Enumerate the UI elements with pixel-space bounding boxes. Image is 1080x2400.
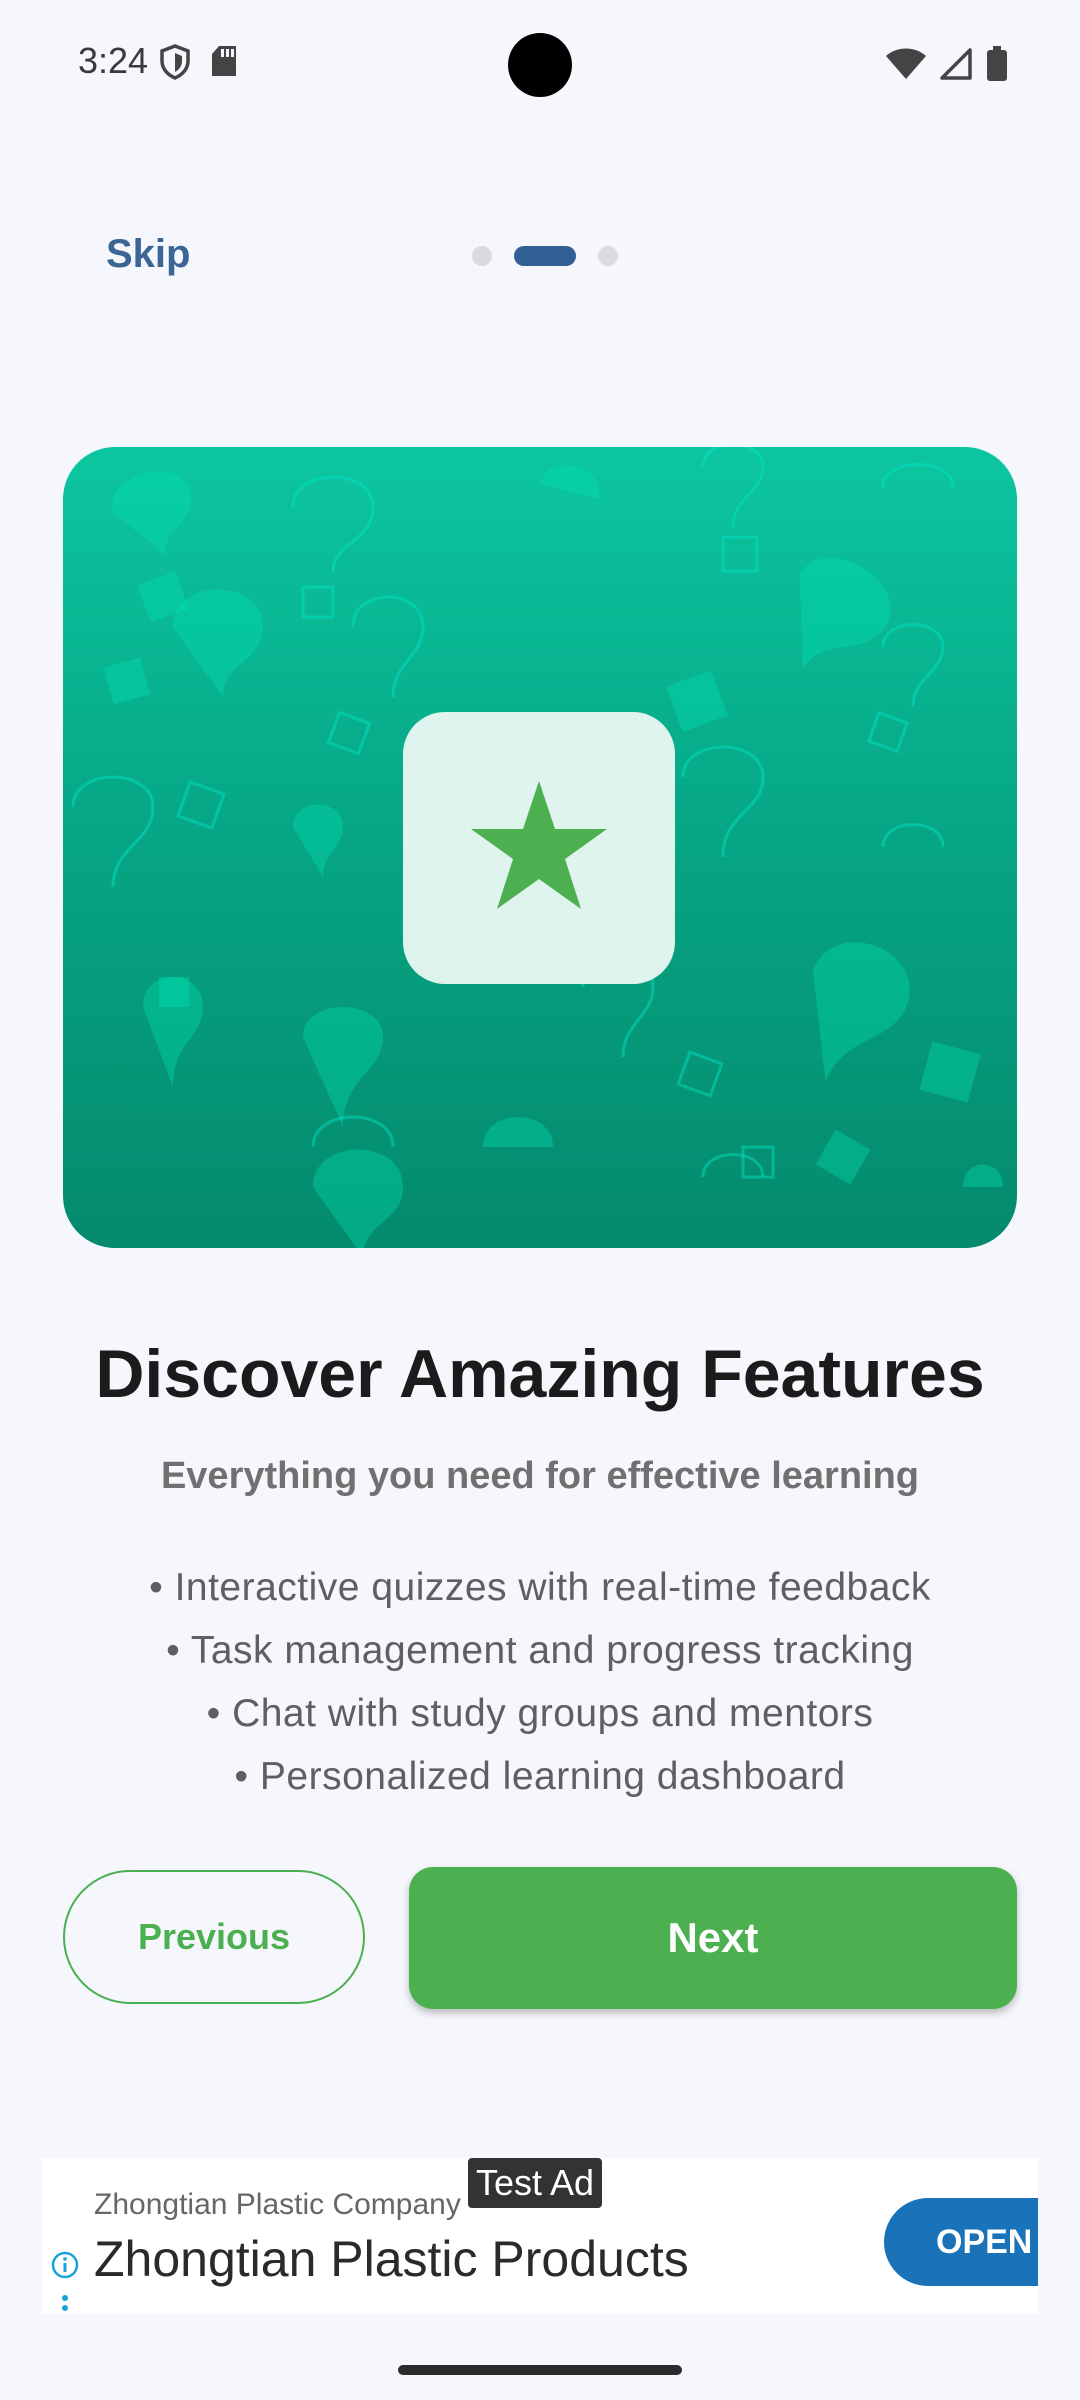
camera-cutout	[508, 33, 572, 97]
status-bar: 3:24	[0, 0, 1080, 130]
wifi-icon	[886, 48, 926, 85]
page-dot	[472, 246, 492, 266]
shield-icon	[160, 44, 190, 85]
page-indicator	[472, 246, 618, 266]
ad-company: Zhongtian Plastic Company	[94, 2188, 461, 2221]
page-subtitle: Everything you need for effective learni…	[160, 1455, 920, 1497]
hero-illustration	[63, 447, 1017, 1248]
cell-signal-icon	[940, 48, 972, 85]
page-dot	[598, 246, 618, 266]
next-button[interactable]: Next	[409, 1867, 1017, 2009]
status-time: 3:24	[78, 40, 149, 81]
feature-icon-tile	[403, 712, 675, 984]
more-options-icon[interactable]	[60, 2294, 70, 2314]
page-title: Discover Amazing Features	[95, 1336, 985, 1412]
battery-icon	[986, 46, 1008, 87]
feature-item: • Task management and progress tracking	[166, 1629, 914, 1672]
feature-item: • Interactive quizzes with real-time fee…	[149, 1566, 931, 1609]
feature-list: • Interactive quizzes with real-time fee…	[0, 1556, 1080, 1808]
test-ad-label: Test Ad	[468, 2158, 603, 2208]
skip-button[interactable]: Skip	[106, 232, 190, 277]
feature-item: • Personalized learning dashboard	[234, 1755, 846, 1798]
previous-button[interactable]: Previous	[63, 1870, 365, 2004]
star-icon	[469, 779, 609, 918]
home-indicator[interactable]	[398, 2365, 682, 2375]
sd-card-icon	[210, 44, 238, 85]
info-icon[interactable]	[50, 2250, 80, 2285]
ad-title[interactable]: Zhongtian Plastic Products	[94, 2230, 689, 2288]
feature-item: • Chat with study groups and mentors	[206, 1692, 874, 1735]
page-dot-active	[514, 246, 576, 266]
ad-open-button[interactable]: OPEN	[884, 2198, 1038, 2286]
